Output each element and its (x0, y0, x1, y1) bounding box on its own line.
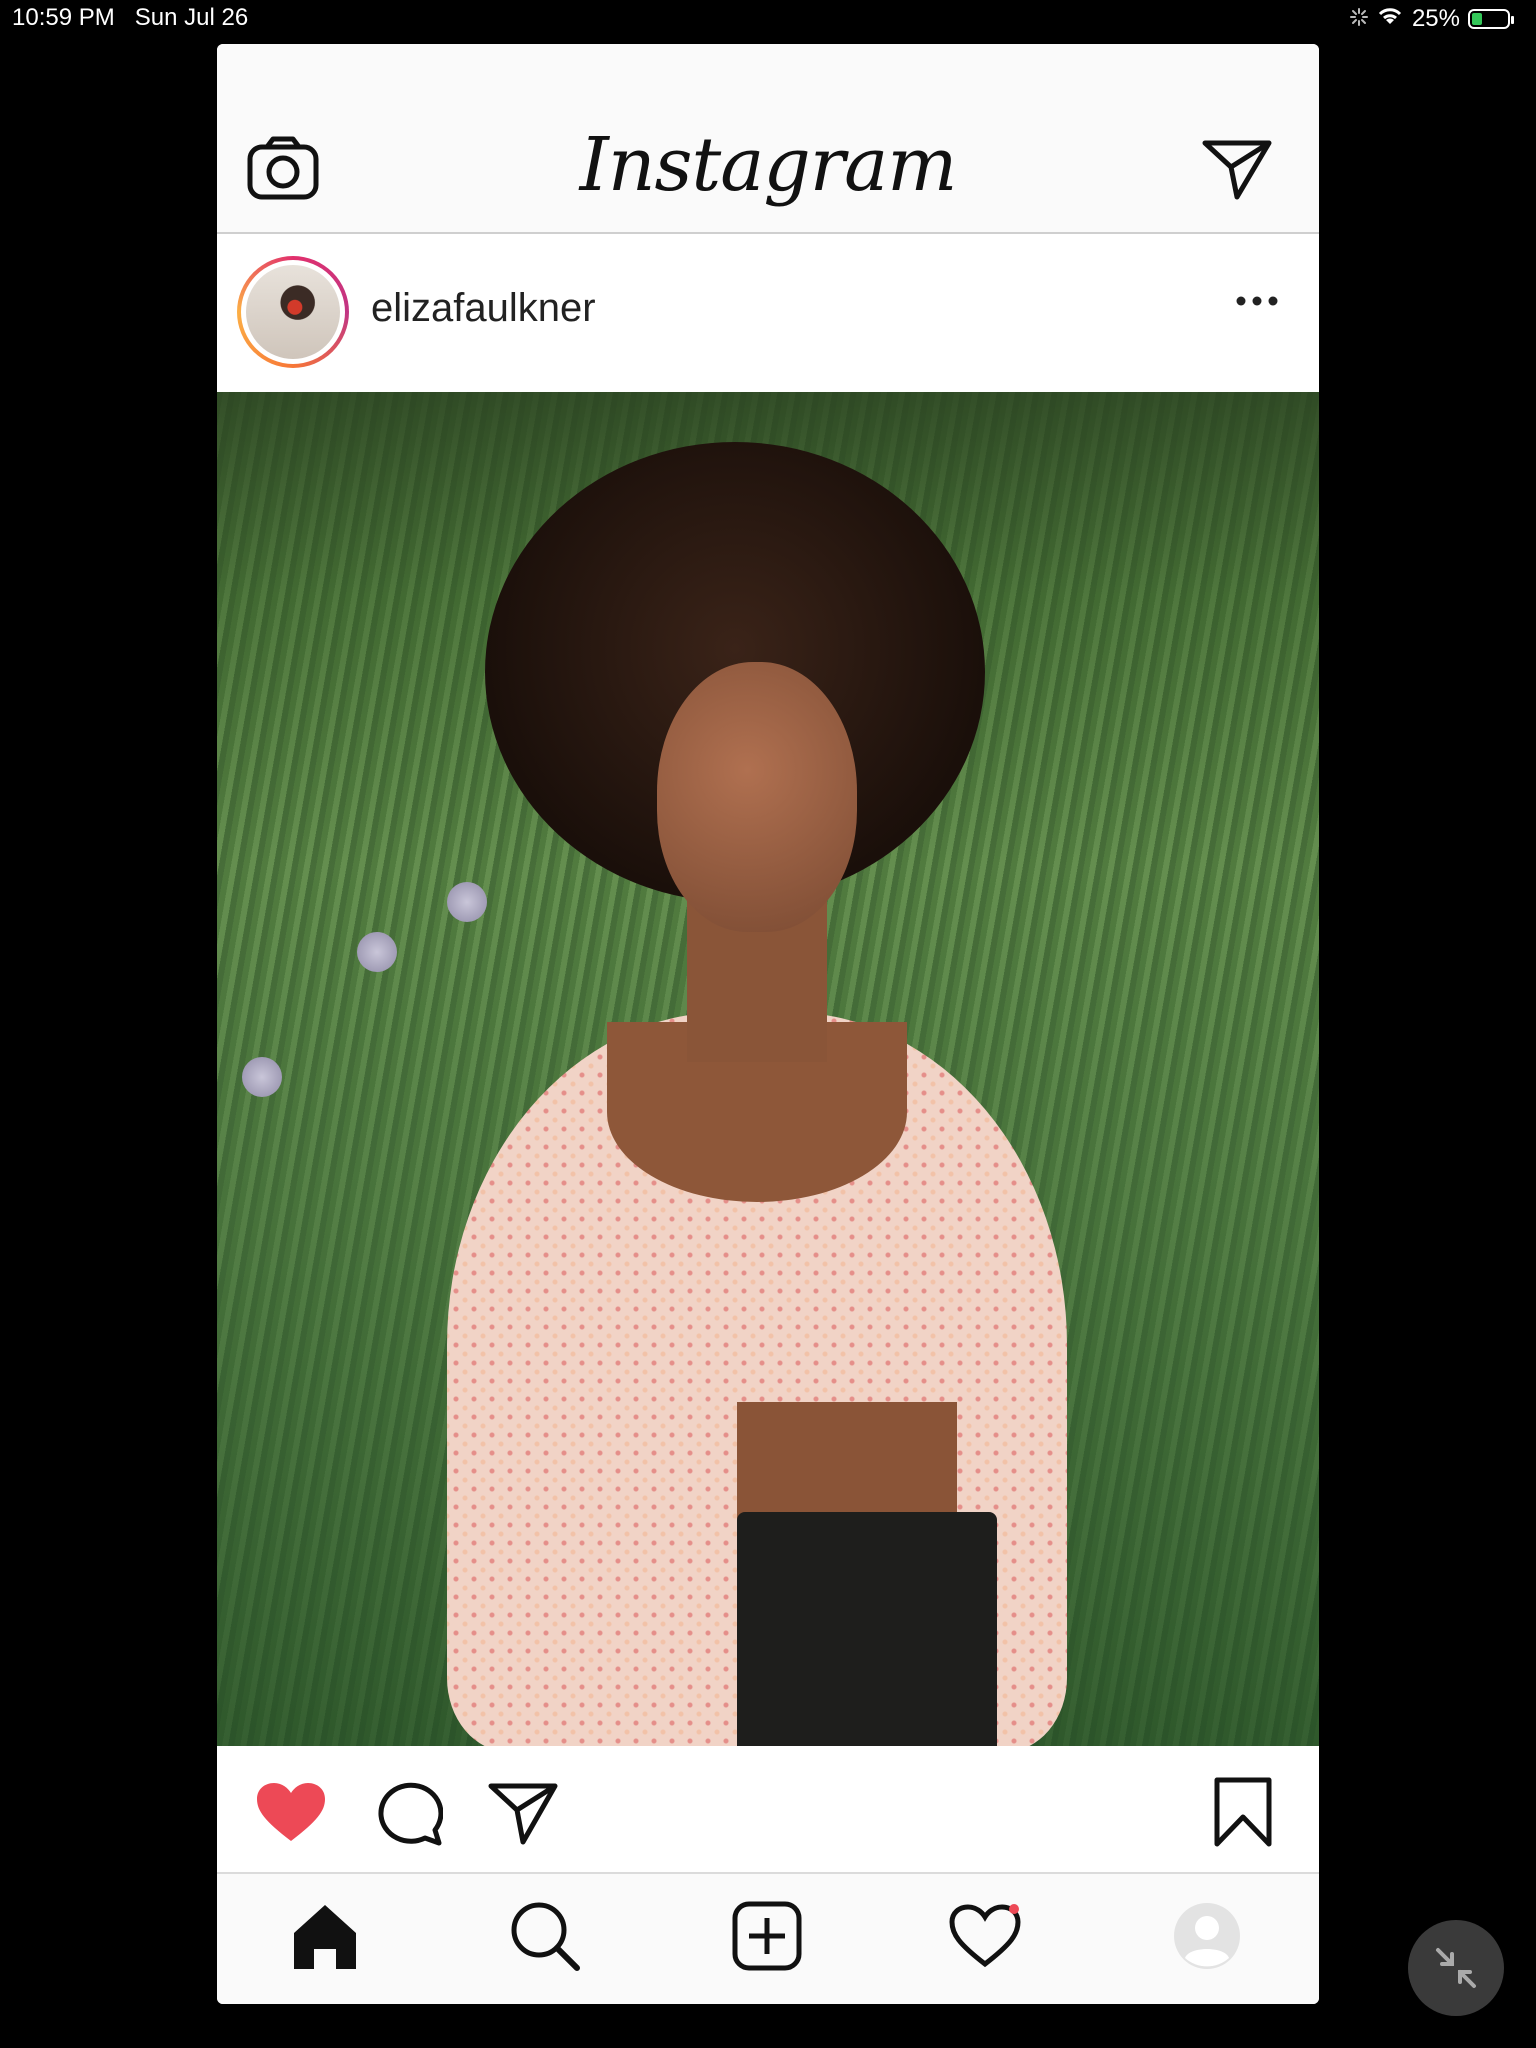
battery-percent: 25% (1411, 4, 1460, 32)
flower-decoration (242, 1057, 282, 1097)
post-action-bar (217, 1746, 1319, 1872)
battery-icon (1468, 8, 1514, 29)
share-icon[interactable] (487, 1780, 559, 1846)
heart-filled-icon[interactable] (255, 1780, 327, 1844)
direct-message-icon[interactable] (1201, 132, 1273, 204)
new-post-icon[interactable] (727, 1896, 807, 1976)
profile-icon[interactable] (1167, 1896, 1247, 1976)
search-icon[interactable] (505, 1896, 585, 1976)
battery-level (1472, 12, 1482, 25)
avatar-frame (241, 260, 345, 364)
home-icon[interactable] (285, 1896, 365, 1976)
activity-spinner-icon (1349, 5, 1368, 33)
flower-decoration (357, 932, 397, 972)
flower-decoration (447, 882, 487, 922)
status-indicators: 25% (1349, 4, 1514, 33)
status-time-date: 10:59 PM Sun Jul 26 (12, 4, 248, 32)
avatar[interactable] (246, 265, 340, 359)
wifi-icon (1376, 4, 1404, 33)
top-navigation-bar: Instagram (217, 44, 1319, 234)
status-date: Sun Jul 26 (134, 4, 249, 31)
bottom-tab-bar (217, 1872, 1319, 2004)
post-username[interactable]: elizafaulkner (371, 286, 596, 331)
photo-face (657, 662, 857, 932)
profile-notification-dot (1009, 1904, 1019, 1914)
story-ring[interactable] (237, 256, 349, 368)
status-time: 10:59 PM (12, 4, 115, 31)
post-header: elizafaulkner (217, 234, 1319, 392)
more-options-icon[interactable] (1235, 294, 1279, 312)
post-photo[interactable] (217, 392, 1319, 1746)
comment-icon[interactable] (373, 1780, 443, 1846)
photo-skirt (737, 1512, 997, 1746)
status-bar: 10:59 PM Sun Jul 26 25% (0, 0, 1536, 40)
instagram-app: Instagram elizafaulkner (217, 44, 1319, 2004)
bookmark-icon[interactable] (1211, 1776, 1275, 1848)
instagram-logo: Instagram (579, 122, 958, 208)
minimize-window-icon[interactable] (1408, 1920, 1504, 2016)
